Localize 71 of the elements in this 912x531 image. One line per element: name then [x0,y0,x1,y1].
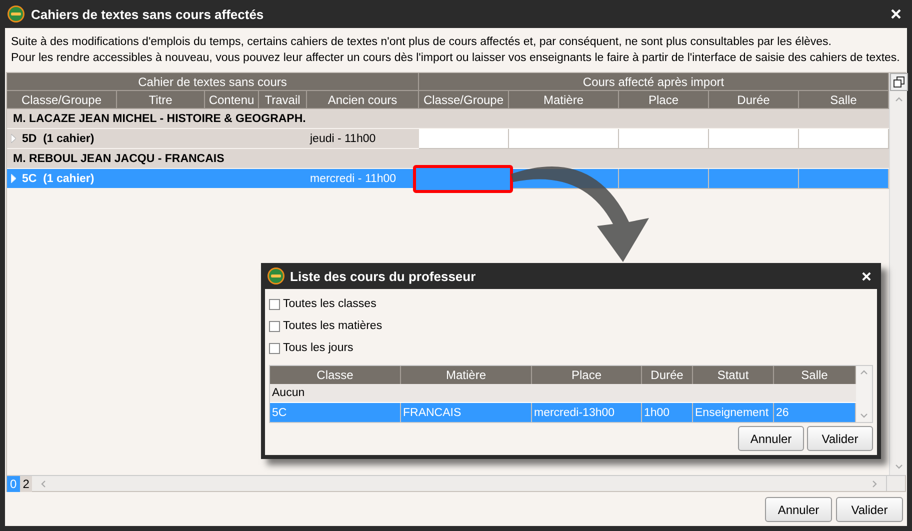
table-cell[interactable]: 1h00 [642,403,693,422]
expand-icon[interactable] [11,174,16,183]
checkbox[interactable] [269,342,280,354]
close-icon [891,9,901,19]
column-header[interactable]: Durée [709,91,799,109]
teacher-row: M. REBOUL JEAN JACQU - FRANCAIS [7,149,889,169]
column-header[interactable]: Place [532,366,642,384]
table-cell[interactable] [419,129,509,149]
close-icon [862,272,870,280]
copy-button[interactable] [890,73,908,91]
teacher-row: M. LACAZE JEAN MICHEL - HISTOIRE & GEOGRAPH. [7,109,889,129]
table-cell[interactable]: FRANCAIS [401,403,532,422]
page-tab[interactable]: 0 [7,476,20,492]
checkbox[interactable] [269,320,280,332]
column-header[interactable]: Travail [259,91,307,109]
table-cell[interactable] [709,169,799,189]
table-cell[interactable]: Enseignement [693,403,774,422]
column-header[interactable]: Classe/Groupe [419,91,509,109]
expand-icon[interactable] [11,134,16,143]
notebook-label: 5D (1 cahier) [22,132,94,144]
page-tab[interactable]: 2 [20,476,32,492]
group-header: Cours affecté après import [419,73,889,91]
group-header: Cahier de textes sans cours [7,73,419,91]
column-header[interactable]: Titre [117,91,205,109]
copy-icon [893,76,905,88]
table-cell[interactable]: 26 [774,403,856,422]
table-cell[interactable] [619,129,709,149]
checkbox-label[interactable]: Toutes les classes [283,298,376,310]
column-header[interactable]: Place [619,91,709,109]
table-cell[interactable] [799,129,889,149]
notebook-row[interactable]: 5C (1 cahier) [7,169,307,189]
list-row[interactable]: Aucun [270,384,856,403]
scroll-left-icon[interactable] [40,480,48,488]
app-logo-icon [267,267,285,285]
description-text: Suite à des modifications d'emplois du temps, certains cahiers de textes n'ont plus de cours affectés et, par conséquent, ne sont plus consultables par les élèves. [11,35,833,50]
app-logo-icon [7,5,25,23]
scroll-up-icon[interactable] [894,95,902,103]
column-header[interactable]: Statut [693,366,774,384]
scroll-down-icon[interactable] [860,412,868,420]
table-cell[interactable] [799,169,889,189]
cancel-button[interactable]: Annuler [765,497,832,522]
column-header[interactable]: Matière [401,366,532,384]
column-header[interactable]: Durée [642,366,693,384]
scroll-down-icon[interactable] [894,463,902,471]
table-cell[interactable] [709,129,799,149]
scroll-right-icon[interactable] [870,480,878,488]
table-cell: jeudi - 11h00 [307,129,419,149]
description-text: Pour les rendre accessibles à nouveau, vous pouvez leur affecter un cours dès l'import ou laisser vos enseignants le faire à partir de l'interface de saisie des cahiers de textes. [11,51,901,66]
table-cell[interactable] [619,169,709,189]
notebook-label: 5C (1 cahier) [22,172,94,184]
table-cell[interactable]: 5C [270,403,401,422]
table-cell[interactable]: mercredi-13h00 [532,403,642,422]
column-header[interactable]: Salle [774,366,856,384]
column-header[interactable]: Classe/Groupe [7,91,117,109]
checkbox-label[interactable]: Tous les jours [283,342,354,354]
dialog-title: Liste des cours du professeur [290,268,477,284]
confirm-button[interactable]: Valider [836,497,903,522]
checkbox[interactable] [269,298,280,310]
scroll-up-icon[interactable] [860,368,868,376]
column-header[interactable]: Contenu [205,91,259,109]
highlighted-cell[interactable] [413,165,513,193]
column-header[interactable]: Matière [509,91,619,109]
column-header[interactable]: Classe [270,366,401,384]
cancel-button[interactable]: Annuler [738,426,804,451]
column-header[interactable]: Salle [799,91,889,109]
column-header[interactable]: Ancien cours [307,91,419,109]
confirm-button[interactable]: Valider [807,426,873,451]
window-title: Cahiers de textes sans cours affectés [31,6,265,22]
checkbox-label[interactable]: Toutes les matières [283,320,382,332]
notebook-row[interactable]: 5D (1 cahier) [7,129,307,149]
table-cell[interactable] [509,129,619,149]
